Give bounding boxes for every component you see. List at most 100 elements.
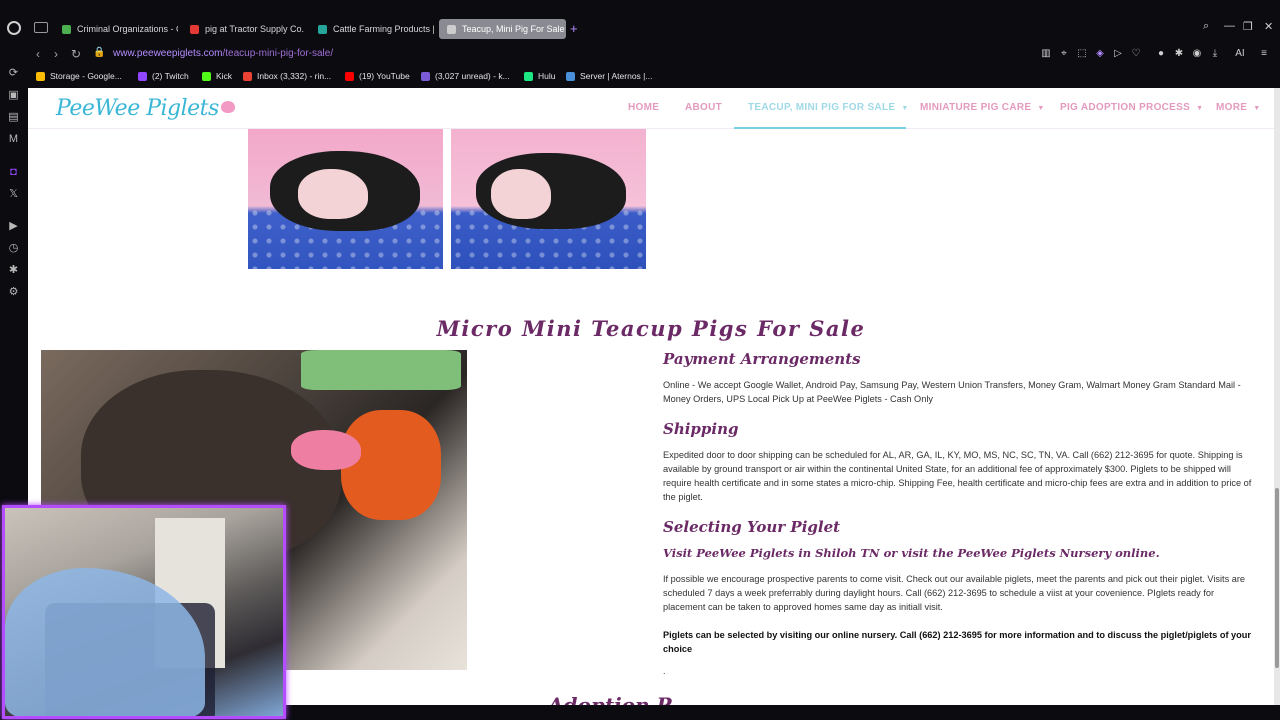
logo-text: PeeWee Piglets: [56, 96, 219, 121]
page-scrollbar[interactable]: [1274, 88, 1280, 705]
selecting-heading: Selecting Your Piglet: [663, 518, 841, 536]
heart-icon[interactable]: ♡: [1130, 48, 1142, 60]
bookmarks-bar: Storage - Google... (2) Twitch Kick Inbo…: [28, 68, 1280, 88]
extensions-icon[interactable]: ✱: [1173, 48, 1185, 60]
kick-icon: [202, 71, 211, 81]
youtube-icon: [345, 71, 354, 81]
close-window-icon[interactable]: ✕: [1264, 20, 1273, 33]
bookmark-aternos[interactable]: Server | Aternos |...: [566, 71, 652, 81]
bookmark-twitch[interactable]: (2) Twitch: [138, 71, 189, 81]
player-icon[interactable]: ▶: [7, 220, 20, 233]
piglet-patch: [298, 169, 368, 219]
nav-label: MORE: [1216, 102, 1248, 113]
back-icon[interactable]: ‹: [36, 47, 40, 61]
tab-label: pig at Tractor Supply Co.: [205, 24, 305, 34]
bookmark-kick[interactable]: Kick: [202, 71, 232, 81]
shield-icon[interactable]: ◈: [1094, 48, 1106, 60]
nav-miniature-pig-care[interactable]: MINIATURE PIG CARE ▼: [920, 102, 1045, 113]
bookmark-label: Kick: [216, 71, 233, 81]
nav-more[interactable]: MORE ▼: [1216, 102, 1260, 113]
settings-icon[interactable]: ⚙: [7, 286, 20, 299]
ai-icon[interactable]: AI: [1230, 48, 1250, 60]
bookmark-label: (2) Twitch: [152, 71, 189, 81]
download-icon[interactable]: ⤓: [1209, 48, 1221, 60]
twitch-icon[interactable]: ◘: [7, 166, 20, 179]
snapshot-icon[interactable]: ⬚: [1076, 48, 1088, 60]
gmail-icon: [243, 71, 252, 81]
tab-bar: Criminal Organizations - G pig at Tracto…: [0, 0, 1280, 40]
forward-icon[interactable]: ›: [54, 47, 58, 61]
history-icon[interactable]: ◷: [7, 242, 20, 255]
url-field[interactable]: www.peeweepiglets.com/teacup-mini-pig-fo…: [113, 48, 333, 59]
bookmark-youtube[interactable]: (19) YouTube: [345, 71, 410, 81]
payment-text: Online - We accept Google Wallet, Androi…: [663, 380, 1241, 404]
notes-icon[interactable]: ▤: [7, 111, 20, 124]
tab-teacup-mini-pig[interactable]: Teacup, Mini Pig For Sale ✕: [439, 19, 566, 39]
tab-label: Cattle Farming Products |: [333, 24, 434, 34]
twitch-icon: [138, 71, 147, 81]
bookmark-hulu[interactable]: Hulu: [524, 71, 555, 81]
piglet-photo[interactable]: [248, 129, 443, 269]
hulu-icon: [524, 71, 533, 81]
trailing-dot: .: [663, 666, 666, 676]
tab-cattle-farming[interactable]: Cattle Farming Products |: [310, 19, 434, 39]
tractor-supply-icon: [190, 24, 199, 34]
speed-dial-icon[interactable]: ⟳: [7, 67, 20, 80]
piglet-patch: [491, 169, 551, 219]
selecting-subheading: Visit PeeWee Piglets in Shiloh TN or vis…: [663, 546, 1160, 560]
extensions-icon[interactable]: ✱: [7, 264, 20, 277]
url-path: /teacup-mini-pig-for-sale/: [222, 48, 334, 59]
bookmark-google-storage[interactable]: Storage - Google...: [36, 71, 122, 81]
bookmark-label: Hulu: [538, 71, 556, 81]
lock-icon[interactable]: 🔒: [93, 47, 105, 58]
chevron-down-icon: ▼: [1253, 105, 1261, 112]
tab-criminal-organizations[interactable]: Criminal Organizations - G: [54, 19, 178, 39]
site-logo[interactable]: PeeWee Piglets: [56, 96, 235, 121]
site-header: PeeWee Piglets HOME ABOUT TEACUP, MINI P…: [28, 88, 1274, 129]
bag-icon[interactable]: ▣: [7, 89, 20, 102]
reader-icon[interactable]: ▥: [1040, 48, 1052, 60]
nav-home[interactable]: HOME: [628, 102, 659, 113]
nav-about[interactable]: ABOUT: [685, 102, 722, 113]
google-drive-icon: [62, 24, 71, 34]
address-bar: ‹ › ↻ 🔒 www.peeweepiglets.com/teacup-min…: [28, 40, 1280, 68]
nav-teacup-mini-pig-for-sale[interactable]: TEACUP, MINI PIG FOR SALE ▼: [748, 102, 909, 113]
bookmark-label: (3,027 unread) - k...: [435, 71, 510, 81]
scrollbar-thumb[interactable]: [1275, 488, 1279, 668]
search-tabs-icon[interactable]: ⌕: [1203, 20, 1209, 33]
pig-icon: [220, 101, 235, 113]
reload-icon[interactable]: ↻: [71, 47, 81, 61]
piglet-photo[interactable]: [451, 129, 646, 269]
pink-toy: [291, 430, 361, 470]
minimize-icon[interactable]: —: [1224, 20, 1235, 32]
nav-label: TEACUP, MINI PIG FOR SALE: [748, 102, 896, 113]
site-favicon-icon: [447, 24, 456, 34]
bookmark-mail[interactable]: (3,027 unread) - k...: [421, 71, 510, 81]
webcam-overlay: [2, 505, 286, 719]
chevron-down-icon: ▼: [901, 105, 909, 112]
nav-pig-adoption-process[interactable]: PIG ADOPTION PROCESS ▼: [1060, 102, 1203, 113]
browser-logo-icon[interactable]: [7, 21, 21, 35]
chevron-down-icon: ▼: [1037, 105, 1045, 112]
bookmark-label: (19) YouTube: [359, 71, 410, 81]
tab-switcher-icon[interactable]: [34, 22, 48, 33]
aternos-icon: [566, 71, 575, 81]
tab-label: Teacup, Mini Pig For Sale: [462, 24, 565, 34]
messenger-icon[interactable]: M: [7, 133, 20, 146]
bookmark-gmail[interactable]: Inbox (3,332) - rin...: [243, 71, 331, 81]
site-favicon-icon: [318, 24, 327, 34]
maximize-icon[interactable]: ❐: [1243, 20, 1253, 33]
x-icon[interactable]: 𝕏: [7, 188, 20, 201]
pin-icon[interactable]: ⌖: [1058, 48, 1070, 60]
tab-tractor-supply[interactable]: pig at Tractor Supply Co.: [182, 19, 306, 39]
menu-icon[interactable]: ≡: [1258, 48, 1270, 60]
selecting-bold-text: Piglets can be selected by visiting our …: [663, 630, 1251, 654]
play-icon[interactable]: ▷: [1112, 48, 1124, 60]
payment-heading: Payment Arrangements: [663, 350, 861, 368]
tab-label: Criminal Organizations - G: [77, 24, 178, 34]
wallet-icon[interactable]: ●: [1155, 48, 1167, 60]
green-blanket: [301, 350, 461, 390]
new-tab-icon[interactable]: +: [570, 21, 578, 36]
profile-avatar[interactable]: ◉: [1191, 48, 1203, 60]
section-title: Micro Mini Teacup Pigs For Sale: [436, 316, 866, 341]
